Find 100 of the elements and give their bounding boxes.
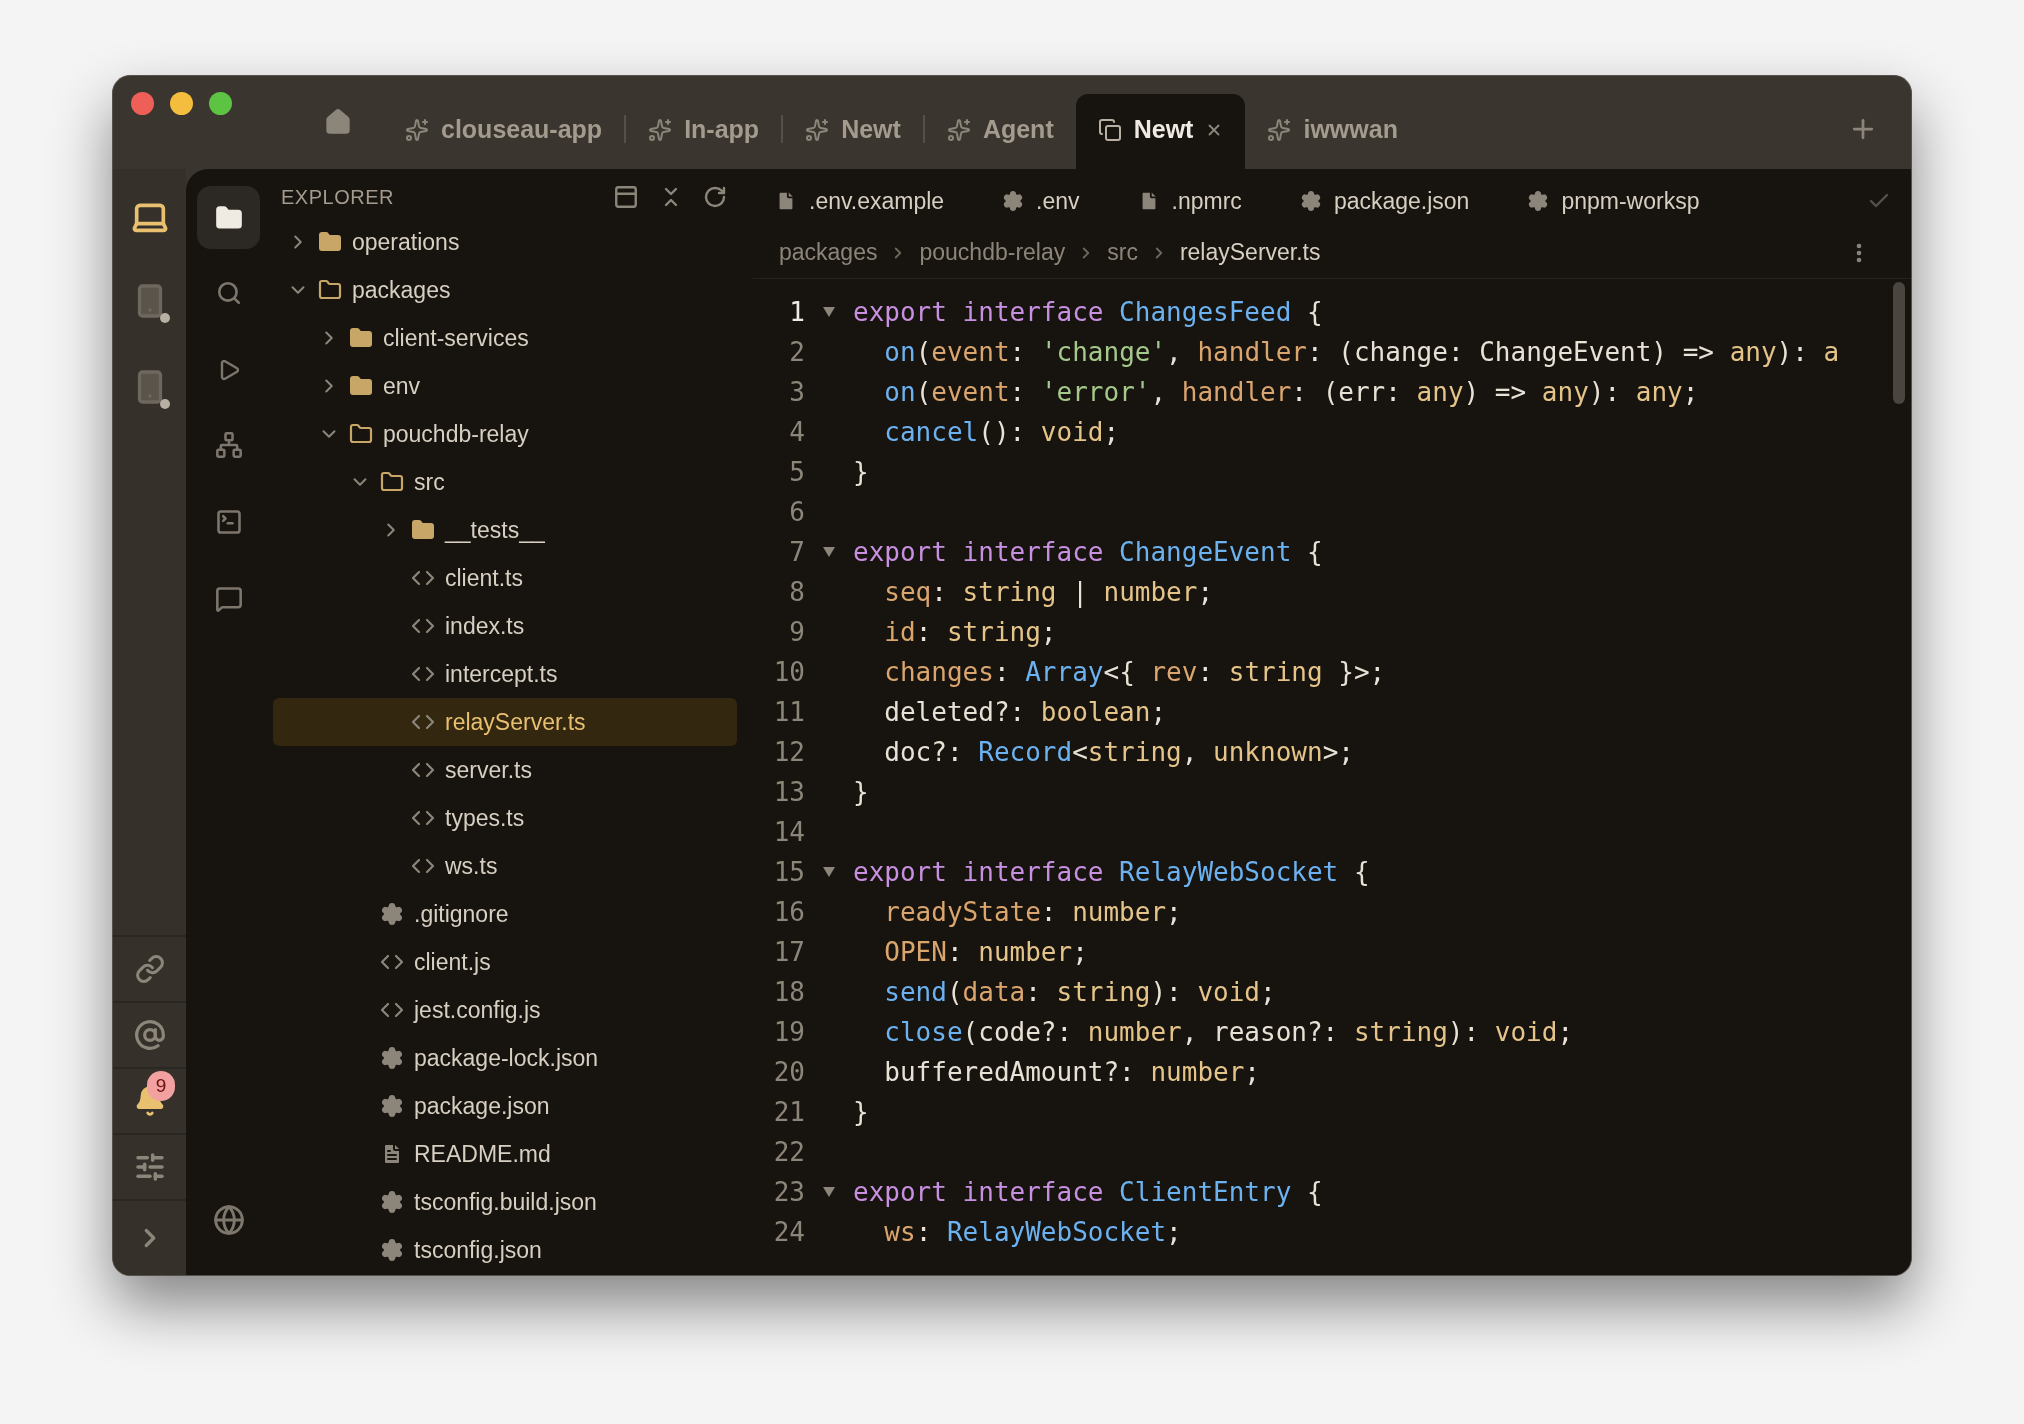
line-number: 12 <box>772 735 805 769</box>
at-sign-icon <box>133 1019 166 1051</box>
breadcrumb[interactable]: src <box>1107 235 1138 270</box>
window-tab[interactable]: Newt <box>783 94 923 169</box>
breadcrumb[interactable]: relayServer.ts <box>1179 235 1321 270</box>
panel-icon[interactable] <box>613 183 639 210</box>
refresh-icon[interactable] <box>703 184 727 209</box>
sparkles-icon <box>405 117 429 142</box>
gear-icon <box>1527 190 1550 212</box>
tree-item[interactable]: .gitignore <box>273 890 737 938</box>
tree-item-label: index.ts <box>445 611 525 641</box>
line-number: 11 <box>772 695 805 729</box>
window-tab[interactable]: Newt <box>1075 94 1246 169</box>
code-file-icon <box>411 714 435 730</box>
tree-item[interactable]: jest.config.js <box>273 986 737 1034</box>
code-file-icon <box>411 762 435 778</box>
gear-icon <box>1299 190 1322 212</box>
hierarchy-icon <box>214 430 243 459</box>
code-line: OPEN: number; <box>883 935 1088 969</box>
code-file-icon <box>411 618 435 634</box>
code-line: send(data: string): void; <box>883 975 1276 1009</box>
tree-item[interactable]: client.ts <box>273 554 737 602</box>
folder-icon <box>214 203 243 232</box>
window-tab[interactable]: iwwwan <box>1245 94 1420 169</box>
tree-item[interactable]: pouchdb-relay <box>273 410 737 458</box>
line-number: 8 <box>788 575 805 609</box>
line-number: 1 <box>788 295 805 329</box>
line-number: 19 <box>772 1015 805 1049</box>
line-number: 18 <box>772 975 805 1009</box>
tree-item[interactable]: client.js <box>273 938 737 986</box>
tree-item-label: package-lock.json <box>414 1043 599 1073</box>
tree-item[interactable]: relayServer.ts <box>273 698 737 746</box>
breadcrumb[interactable]: pouchdb-relay <box>919 235 1066 270</box>
fold-triangle-icon[interactable] <box>822 306 836 318</box>
code-line: cancel(): void; <box>883 415 1120 449</box>
tree-item-label: pouchdb-relay <box>383 419 529 449</box>
windows-icon <box>1097 117 1122 142</box>
fold-triangle-icon[interactable] <box>822 1186 836 1198</box>
code-line: readyState: number; <box>883 895 1182 929</box>
maximize-window-button[interactable] <box>209 92 232 115</box>
scrollbar-thumb[interactable] <box>1893 282 1905 404</box>
tree-item[interactable]: index.ts <box>273 602 737 650</box>
close-window-button[interactable] <box>131 92 154 115</box>
code-line: export interface ClientEntry { <box>853 1175 1323 1209</box>
chat-icon <box>214 584 243 613</box>
tree-item-label: intercept.ts <box>445 659 558 689</box>
gear-icon <box>1002 190 1025 212</box>
tree-item-label: jest.config.js <box>414 995 541 1025</box>
tree-item-label: client.js <box>414 947 491 977</box>
tree-item[interactable]: types.ts <box>273 794 737 842</box>
tree-item[interactable]: package.json <box>273 1082 737 1130</box>
tree-item-label: __tests__ <box>445 515 545 545</box>
tree-item-label: ws.ts <box>445 851 498 881</box>
line-number: 10 <box>772 655 805 689</box>
gear-icon <box>380 1190 404 1214</box>
line-number: 17 <box>772 935 805 969</box>
editor-tab[interactable]: pnpm-worksp <box>1527 183 1700 219</box>
editor-tab[interactable]: .env <box>1002 183 1080 219</box>
folder-icon <box>380 470 404 494</box>
tree-item[interactable]: client-services <box>273 314 737 362</box>
tree-item[interactable]: package-lock.json <box>273 1034 737 1082</box>
sparkles-icon <box>648 117 673 142</box>
window-tab[interactable]: Agent <box>924 94 1076 169</box>
link-icon <box>134 954 165 984</box>
tree-item-label: server.ts <box>445 755 532 785</box>
tree-item[interactable]: env <box>273 362 737 410</box>
folder-icon <box>349 374 373 398</box>
tree-item[interactable]: src <box>273 458 737 506</box>
tree-item[interactable]: __tests__ <box>273 506 737 554</box>
tree-item[interactable]: intercept.ts <box>273 650 737 698</box>
code-file-icon <box>411 810 435 826</box>
tree-item[interactable]: packages <box>273 266 737 314</box>
minimize-window-button[interactable] <box>170 92 193 115</box>
notifications-button[interactable]: 9 <box>113 1069 186 1133</box>
activity-button[interactable] <box>197 186 260 249</box>
fold-triangle-icon[interactable] <box>822 546 836 558</box>
line-number: 5 <box>788 455 805 489</box>
breadcrumb[interactable]: packages <box>779 235 878 270</box>
code-file-icon <box>411 570 435 586</box>
window-tab[interactable]: In-app <box>626 94 782 169</box>
code-line: export interface RelayWebSocket { <box>853 855 1370 889</box>
editor-tab[interactable]: .npmrc <box>1137 183 1242 219</box>
tree-item[interactable]: tsconfig.json <box>273 1226 737 1274</box>
tree-item[interactable]: README.md <box>273 1130 737 1178</box>
editor-tab[interactable]: package.json <box>1299 183 1470 219</box>
window-tab[interactable]: clouseau-app <box>383 94 625 169</box>
tree-item-label: types.ts <box>445 803 525 833</box>
tree-item-label: client.ts <box>445 563 523 593</box>
tree-item-label: tsconfig.build.json <box>414 1187 597 1217</box>
tree-item[interactable]: operations <box>273 218 737 266</box>
code-line: export interface ChangesFeed { <box>853 295 1323 329</box>
tree-item[interactable]: tsconfig.build.json <box>273 1178 737 1226</box>
editor-tab[interactable]: .env.example <box>775 183 945 219</box>
tree-item[interactable]: server.ts <box>273 746 737 794</box>
tree-item-label: relayServer.ts <box>445 707 586 737</box>
code-line: on(event: 'error', handler: (err: any) => any): any; <box>883 375 1699 409</box>
line-number: 21 <box>772 1095 805 1129</box>
tree-item[interactable]: ws.ts <box>273 842 737 890</box>
notification-badge: 9 <box>147 1071 175 1101</box>
fold-triangle-icon[interactable] <box>822 866 836 878</box>
